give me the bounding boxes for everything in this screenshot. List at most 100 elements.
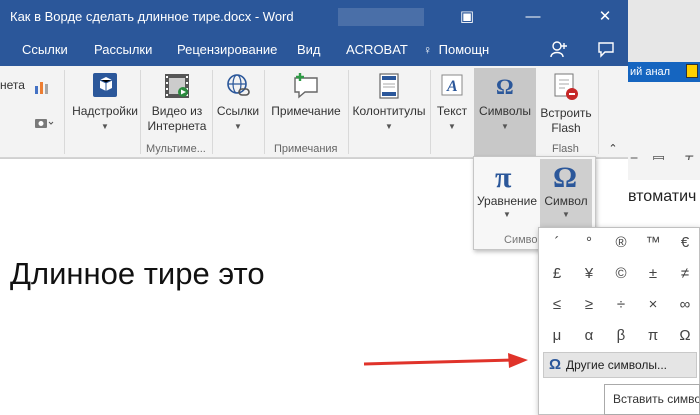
- tab-references[interactable]: Ссылки: [22, 42, 68, 57]
- share-icon[interactable]: [550, 40, 568, 63]
- addins-label: Надстройки: [72, 104, 138, 118]
- symbol-cell[interactable]: Ω: [669, 321, 700, 351]
- symbol-label: Символ: [544, 194, 588, 208]
- symbol-cell[interactable]: °: [573, 228, 605, 258]
- symbol-cell[interactable]: ≠: [669, 259, 700, 289]
- store-icon: [93, 73, 117, 97]
- links-button[interactable]: Ссылки ▼: [214, 72, 262, 134]
- collapse-ribbon-icon[interactable]: ⌃: [606, 142, 620, 157]
- flash-label-1: Встроить: [540, 106, 592, 120]
- header-footer-button[interactable]: Колонтитулы ▼: [350, 72, 428, 134]
- partial-button-label: нета: [0, 78, 25, 92]
- text-button[interactable]: A Текст ▼: [432, 72, 472, 134]
- tab-acrobat[interactable]: ACROBAT: [346, 42, 408, 57]
- group-label-comments: Примечания: [274, 143, 338, 155]
- screenshot-icon[interactable]: [34, 116, 54, 135]
- group-label-flash: Flash: [552, 143, 579, 155]
- group-label-symbols: Симво: [504, 234, 538, 246]
- symbol-cell[interactable]: €: [669, 228, 700, 258]
- symbol-cell[interactable]: μ: [541, 321, 573, 351]
- headers-label: Колонтитулы: [352, 104, 426, 118]
- symbols-button[interactable]: Ω Символы ▼: [474, 72, 536, 134]
- pi-icon: π: [495, 161, 512, 194]
- more-symbols-label: Другие символы...: [566, 358, 667, 372]
- symbol-cell[interactable]: ×: [637, 290, 669, 320]
- svg-text:Ω: Ω: [553, 161, 577, 191]
- symbol-cell[interactable]: β: [605, 321, 637, 351]
- flash-icon: [554, 73, 578, 100]
- addins-button[interactable]: Надстройки ▼: [68, 72, 142, 134]
- chevron-down-icon: ▼: [501, 122, 509, 131]
- minimize-button[interactable]: —: [518, 6, 548, 28]
- tooltip: Вставить символ: [604, 384, 700, 415]
- embed-flash-button[interactable]: Встроить Flash: [536, 72, 596, 136]
- svg-text:A: A: [446, 78, 458, 95]
- chart-icon[interactable]: [34, 80, 50, 99]
- symbol-cell[interactable]: ¥: [573, 259, 605, 289]
- background-window-text: ий анал: [630, 66, 671, 78]
- symbol-cell[interactable]: ≥: [573, 290, 605, 320]
- omega-icon: Ω: [548, 356, 562, 373]
- background-window-toolbar: ≡ ▤ T: [628, 82, 700, 168]
- comments-icon[interactable]: [597, 40, 615, 63]
- group-separator: [212, 70, 213, 154]
- chevron-down-icon: ▼: [562, 210, 570, 219]
- svg-text:π: π: [495, 161, 512, 191]
- flash-label-2: Flash: [551, 121, 581, 135]
- header-footer-icon: [379, 73, 399, 99]
- text-box-icon: A: [441, 74, 463, 96]
- symbol-cell[interactable]: ©: [605, 259, 637, 289]
- globe-link-icon: [227, 74, 250, 96]
- text-label: Текст: [436, 104, 468, 118]
- ribbon: нета Надстройки ▼ Видео из Интернета Мул…: [0, 66, 628, 158]
- symbol-cell[interactable]: ±: [637, 259, 669, 289]
- lightbulb-icon: ♀: [423, 43, 432, 57]
- equation-button[interactable]: π Уравнение ▼: [476, 159, 538, 233]
- symbols-label: Символы: [479, 104, 531, 118]
- chevron-down-icon: ▼: [448, 122, 456, 131]
- group-label-multimedia: Мультиме...: [146, 143, 206, 155]
- group-separator: [348, 70, 349, 154]
- symbol-button[interactable]: Ω Символ ▼: [540, 159, 592, 235]
- symbol-cell[interactable]: ∞: [669, 290, 700, 320]
- more-symbols-button[interactable]: Ω Другие символы...: [543, 352, 697, 378]
- svg-text:Ω: Ω: [496, 74, 514, 99]
- comment-label: Примечание: [271, 104, 341, 118]
- close-button[interactable]: ✕: [590, 6, 620, 28]
- symbol-cell[interactable]: ´: [541, 228, 573, 258]
- chevron-down-icon: ▼: [385, 122, 393, 131]
- symbol-cell[interactable]: ÷: [605, 290, 637, 320]
- new-comment-button[interactable]: Примечание: [266, 72, 346, 119]
- links-label: Ссылки: [216, 104, 260, 118]
- film-icon: [165, 74, 189, 98]
- video-label-2: Интернета: [147, 119, 207, 133]
- symbol-cell[interactable]: £: [541, 259, 573, 289]
- tab-view[interactable]: Вид: [297, 42, 321, 57]
- tab-tell-me[interactable]: ♀ Помощн: [423, 42, 489, 57]
- omega-icon: Ω: [496, 74, 514, 99]
- symbol-cell[interactable]: ®: [605, 228, 637, 258]
- group-separator: [140, 70, 141, 154]
- group-separator: [430, 70, 431, 154]
- omega-icon: Ω: [553, 161, 577, 194]
- restore-ribbon-icon[interactable]: ▣: [452, 6, 482, 28]
- ribbon-tabs: Ссылки Рассылки Рецензирование Вид ACROB…: [0, 34, 628, 66]
- symbol-cell[interactable]: π: [637, 321, 669, 351]
- tab-mailings[interactable]: Рассылки: [94, 42, 152, 57]
- group-separator: [64, 70, 65, 154]
- red-arrow-annotation: [363, 353, 528, 368]
- group-separator: [598, 70, 599, 154]
- background-ruler: [628, 160, 700, 180]
- chevron-down-icon: ▼: [503, 210, 511, 219]
- document-text[interactable]: Длинное тире это: [10, 256, 265, 292]
- symbol-cell[interactable]: ≤: [541, 290, 573, 320]
- tab-review[interactable]: Рецензирование: [177, 42, 277, 57]
- online-video-button[interactable]: Видео из Интернета: [143, 72, 211, 134]
- comment-plus-icon: [294, 73, 318, 99]
- background-window: ий анал ≡ ▤ T: [628, 0, 700, 168]
- word-window: Как в Ворде сделать длинное тире.docx - …: [0, 0, 628, 415]
- symbol-cell[interactable]: α: [573, 321, 605, 351]
- symbol-cell[interactable]: ™: [637, 228, 669, 258]
- video-label-1: Видео из: [151, 104, 203, 118]
- title-bar: Как в Ворде сделать длинное тире.docx - …: [0, 0, 628, 34]
